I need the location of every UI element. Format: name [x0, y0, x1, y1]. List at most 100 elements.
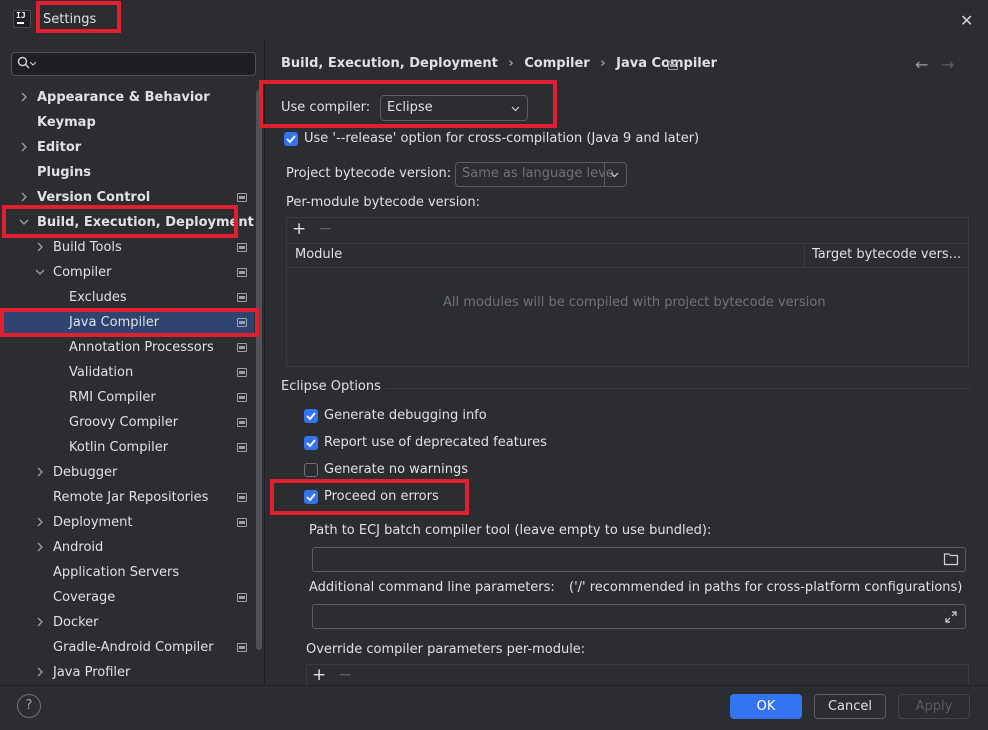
- proceed-on-errors-label: Proceed on errors: [324, 489, 439, 504]
- project-level-icon: [237, 593, 247, 602]
- project-level-icon: [237, 343, 247, 352]
- project-level-icon: [237, 418, 247, 427]
- override-params-table: [306, 664, 969, 685]
- sidebar-item-version-control[interactable]: Version Control: [37, 185, 150, 210]
- cancel-button[interactable]: Cancel: [814, 694, 886, 719]
- release-option-checkbox[interactable]: [284, 132, 298, 146]
- override-params-label: Override compiler parameters per-module:: [306, 642, 586, 657]
- help-button[interactable]: ?: [17, 694, 41, 718]
- project-level-icon: [237, 393, 247, 402]
- close-icon[interactable]: ✕: [960, 11, 973, 30]
- back-arrow-icon[interactable]: ←: [915, 55, 928, 74]
- sidebar-item-build-tools[interactable]: Build Tools: [53, 235, 122, 260]
- remove-icon[interactable]: −: [338, 665, 352, 685]
- apply-button[interactable]: Apply: [898, 694, 970, 719]
- sidebar-item-compiler[interactable]: Compiler: [53, 260, 112, 285]
- breadcrumb-compiler[interactable]: Compiler: [524, 56, 589, 71]
- column-module[interactable]: Module: [295, 247, 342, 262]
- use-compiler-label: Use compiler:: [281, 100, 371, 115]
- checkmark-icon: [306, 412, 316, 421]
- bytecode-version-dropdown[interactable]: Same as language leve: [455, 162, 627, 187]
- breadcrumb-build-execution[interactable]: Build, Execution, Deployment: [281, 56, 498, 71]
- project-level-icon: [237, 443, 247, 452]
- additional-params-label: Additional command line parameters:: [309, 580, 555, 595]
- sidebar-item-appearance[interactable]: Appearance & Behavior: [37, 85, 210, 110]
- sidebar-item-build-execution-deployment[interactable]: Build, Execution, Deployment: [37, 210, 254, 235]
- sidebar-item-excludes[interactable]: Excludes: [69, 285, 127, 310]
- sidebar-item-annotation-processors[interactable]: Annotation Processors: [69, 335, 214, 360]
- chevron-right-icon[interactable]: [18, 191, 30, 203]
- sidebar-item-keymap[interactable]: Keymap: [37, 110, 96, 135]
- project-level-icon: [237, 318, 247, 327]
- chevron-down-icon: [610, 172, 619, 178]
- breadcrumb: Build, Execution, Deployment › Compiler …: [281, 56, 717, 71]
- breadcrumb-java-compiler: Java Compiler: [616, 56, 717, 71]
- project-level-icon: [237, 193, 247, 202]
- sidebar-scrollbar[interactable]: [256, 90, 262, 650]
- sidebar-item-docker[interactable]: Docker: [53, 610, 99, 635]
- sidebar-item-application-servers[interactable]: Application Servers: [53, 560, 179, 585]
- project-level-icon: [237, 293, 247, 302]
- intellij-app-icon: IJ: [13, 10, 31, 28]
- sidebar-item-coverage[interactable]: Coverage: [53, 585, 115, 610]
- add-icon[interactable]: +: [312, 665, 326, 685]
- section-separator: [386, 388, 969, 389]
- add-icon[interactable]: +: [292, 219, 306, 239]
- report-deprecated-label: Report use of deprecated features: [324, 435, 547, 450]
- generate-debugging-info-checkbox[interactable]: [304, 409, 318, 423]
- chevron-right-icon[interactable]: [18, 141, 30, 153]
- ok-button[interactable]: OK: [730, 694, 802, 719]
- per-module-label: Per-module bytecode version:: [286, 195, 480, 210]
- bytecode-version-placeholder: Same as language leve: [462, 166, 614, 181]
- proceed-on-errors-checkbox[interactable]: [304, 490, 318, 504]
- dropdown-separator: [604, 163, 605, 186]
- checkmark-icon: [306, 493, 316, 502]
- folder-icon[interactable]: [943, 552, 959, 566]
- search-options-chevron-icon[interactable]: [30, 61, 36, 67]
- expand-icon[interactable]: [944, 610, 958, 624]
- sidebar-item-remote-jar-repositories[interactable]: Remote Jar Repositories: [53, 485, 208, 510]
- eclipse-options-title: Eclipse Options: [281, 379, 381, 394]
- column-target-bytecode[interactable]: Target bytecode vers...: [812, 247, 961, 262]
- generate-no-warnings-checkbox[interactable]: [304, 463, 318, 477]
- sidebar-item-editor[interactable]: Editor: [37, 135, 81, 160]
- sidebar-item-rmi-compiler[interactable]: RMI Compiler: [69, 385, 156, 410]
- chevron-right-icon[interactable]: [34, 541, 46, 553]
- chevron-down-icon[interactable]: [34, 266, 46, 278]
- sidebar-item-plugins[interactable]: Plugins: [37, 160, 91, 185]
- column-separator: [804, 244, 805, 267]
- sidebar-item-java-profiler[interactable]: Java Profiler: [53, 660, 130, 685]
- project-level-icon: [237, 368, 247, 377]
- sidebar-item-kotlin-compiler[interactable]: Kotlin Compiler: [69, 435, 168, 460]
- pane-divider: [264, 40, 265, 685]
- project-level-icon: [237, 268, 247, 277]
- chevron-right-icon[interactable]: [34, 666, 46, 678]
- chevron-right-icon[interactable]: [34, 466, 46, 478]
- sidebar-item-java-compiler[interactable]: Java Compiler: [69, 310, 159, 335]
- ecj-path-label: Path to ECJ batch compiler tool (leave e…: [309, 523, 712, 538]
- sidebar-item-groovy-compiler[interactable]: Groovy Compiler: [69, 410, 178, 435]
- chevron-right-icon[interactable]: [18, 91, 30, 103]
- chevron-down-icon: [511, 106, 520, 112]
- checkmark-icon: [286, 135, 296, 144]
- chevron-right-icon[interactable]: [34, 241, 46, 253]
- report-deprecated-checkbox[interactable]: [304, 436, 318, 450]
- forward-arrow-icon[interactable]: →: [941, 55, 954, 74]
- sidebar-item-debugger[interactable]: Debugger: [53, 460, 117, 485]
- sidebar-item-gradle-android-compiler[interactable]: Gradle-Android Compiler: [53, 635, 214, 660]
- additional-params-field[interactable]: [312, 604, 966, 629]
- settings-search-input[interactable]: [11, 52, 256, 76]
- breadcrumb-separator: ›: [600, 56, 606, 71]
- chevron-right-icon[interactable]: [34, 516, 46, 528]
- remove-icon[interactable]: −: [318, 219, 332, 239]
- chevron-down-icon[interactable]: [18, 216, 30, 228]
- ecj-path-field[interactable]: [312, 547, 966, 572]
- project-level-icon: [237, 643, 247, 652]
- title-bar: [0, 0, 988, 40]
- sidebar-item-android[interactable]: Android: [53, 535, 103, 560]
- sidebar-item-validation[interactable]: Validation: [69, 360, 133, 385]
- sidebar-item-deployment[interactable]: Deployment: [53, 510, 133, 535]
- use-compiler-value: Eclipse: [387, 100, 433, 115]
- use-compiler-dropdown[interactable]: Eclipse: [380, 95, 528, 121]
- chevron-right-icon[interactable]: [34, 616, 46, 628]
